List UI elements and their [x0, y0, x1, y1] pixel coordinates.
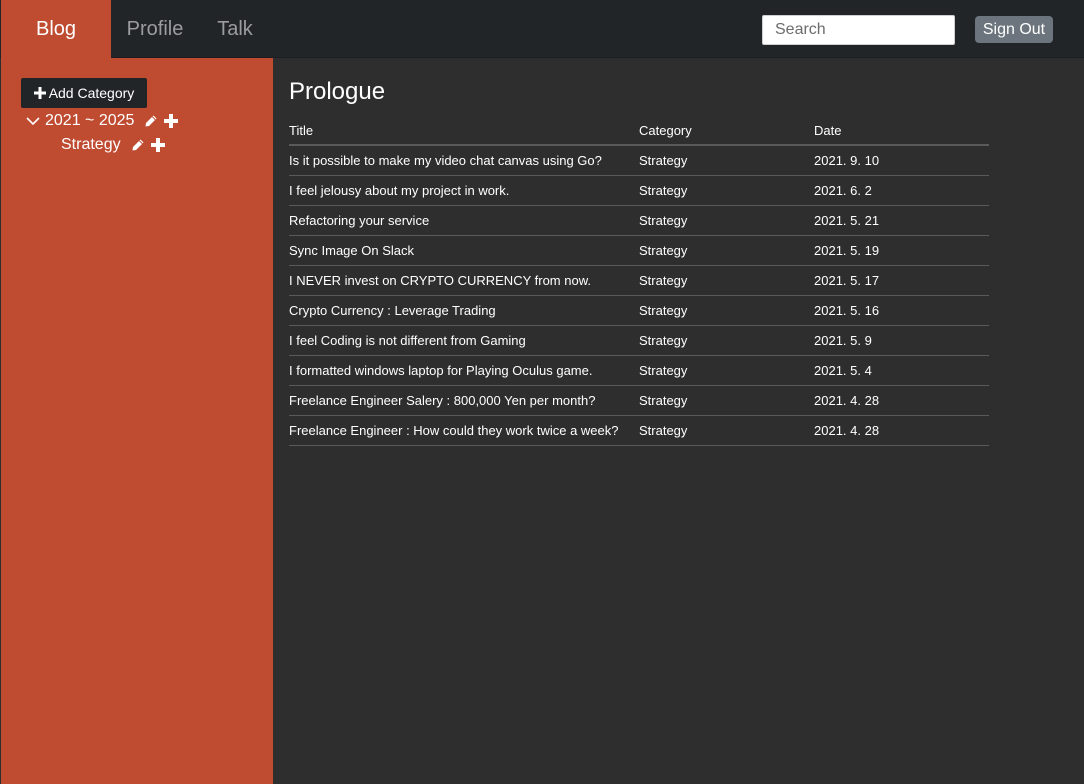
post-category: Strategy: [639, 205, 814, 236]
post-category: Strategy: [639, 415, 814, 446]
tab-blog[interactable]: Blog: [1, 0, 111, 58]
add-category-label: Add Category: [48, 85, 135, 101]
table-header-row: Title Category Date: [289, 117, 989, 146]
post-category: Strategy: [639, 295, 814, 326]
post-date: 2021. 6. 2: [814, 175, 989, 206]
tab-talk[interactable]: Talk: [199, 0, 271, 58]
post-title[interactable]: Crypto Currency : Leverage Trading: [289, 295, 639, 326]
category-tree-item-strategy: Strategy: [61, 134, 165, 156]
post-date: 2021. 5. 19: [814, 235, 989, 266]
table-row[interactable]: I formatted windows laptop for Playing O…: [289, 355, 989, 386]
add-category-button[interactable]: Add Category: [21, 78, 147, 108]
table-row[interactable]: Crypto Currency : Leverage Trading Strat…: [289, 295, 989, 326]
sidebar: Add Category 2021 ~ 2025 Strategy: [1, 58, 273, 784]
column-header-category: Category: [639, 117, 814, 146]
table-row[interactable]: I feel jelousy about my project in work.…: [289, 175, 989, 206]
plus-icon[interactable]: [150, 138, 165, 152]
post-date: 2021. 5. 4: [814, 355, 989, 386]
post-category: Strategy: [639, 385, 814, 416]
post-title[interactable]: I NEVER invest on CRYPTO CURRENCY from n…: [289, 265, 639, 296]
main-content: Prologue Title Category Date Is it possi…: [273, 58, 1084, 784]
category-tree-label[interactable]: Strategy: [61, 136, 121, 154]
top-navbar: Blog Profile Talk Sign Out: [0, 0, 1084, 58]
category-tree-label[interactable]: 2021 ~ 2025: [45, 112, 134, 130]
post-title[interactable]: I feel jelousy about my project in work.: [289, 175, 639, 206]
table-row[interactable]: Freelance Engineer : How could they work…: [289, 415, 989, 446]
tab-profile[interactable]: Profile: [111, 0, 199, 58]
post-title[interactable]: Is it possible to make my video chat can…: [289, 145, 639, 176]
post-table: Title Category Date Is it possible to ma…: [289, 117, 989, 446]
table-row[interactable]: I feel Coding is not different from Gami…: [289, 325, 989, 356]
post-date: 2021. 5. 9: [814, 325, 989, 356]
post-category: Strategy: [639, 325, 814, 356]
post-date: 2021. 4. 28: [814, 415, 989, 446]
post-category: Strategy: [639, 175, 814, 206]
post-date: 2021. 5. 16: [814, 295, 989, 326]
table-row[interactable]: Is it possible to make my video chat can…: [289, 145, 989, 176]
post-date: 2021. 4. 28: [814, 385, 989, 416]
post-title[interactable]: Sync Image On Slack: [289, 235, 639, 266]
sign-out-button[interactable]: Sign Out: [975, 16, 1053, 43]
post-category: Strategy: [639, 265, 814, 296]
plus-icon: [33, 87, 46, 99]
post-title[interactable]: Freelance Engineer : How could they work…: [289, 415, 639, 446]
table-row[interactable]: Refactoring your service Strategy 2021. …: [289, 205, 989, 236]
post-title[interactable]: I formatted windows laptop for Playing O…: [289, 355, 639, 386]
search-input[interactable]: [762, 15, 955, 45]
pencil-icon[interactable]: [131, 138, 145, 152]
table-row[interactable]: Freelance Engineer Salery : 800,000 Yen …: [289, 385, 989, 416]
post-date: 2021. 5. 21: [814, 205, 989, 236]
post-title[interactable]: Refactoring your service: [289, 205, 639, 236]
post-category: Strategy: [639, 235, 814, 266]
post-date: 2021. 9. 10: [814, 145, 989, 176]
category-tree-item-year: 2021 ~ 2025: [25, 110, 179, 132]
plus-icon[interactable]: [164, 114, 179, 128]
table-row[interactable]: I NEVER invest on CRYPTO CURRENCY from n…: [289, 265, 989, 296]
post-title[interactable]: I feel Coding is not different from Gami…: [289, 325, 639, 356]
chevron-down-icon[interactable]: [25, 110, 41, 132]
table-row[interactable]: Sync Image On Slack Strategy 2021. 5. 19: [289, 235, 989, 266]
post-title[interactable]: Freelance Engineer Salery : 800,000 Yen …: [289, 385, 639, 416]
page-title: Prologue: [289, 78, 386, 105]
column-header-date: Date: [814, 117, 989, 146]
post-date: 2021. 5. 17: [814, 265, 989, 296]
column-header-title: Title: [289, 117, 639, 146]
pencil-icon[interactable]: [144, 114, 158, 128]
post-category: Strategy: [639, 145, 814, 176]
post-category: Strategy: [639, 355, 814, 386]
